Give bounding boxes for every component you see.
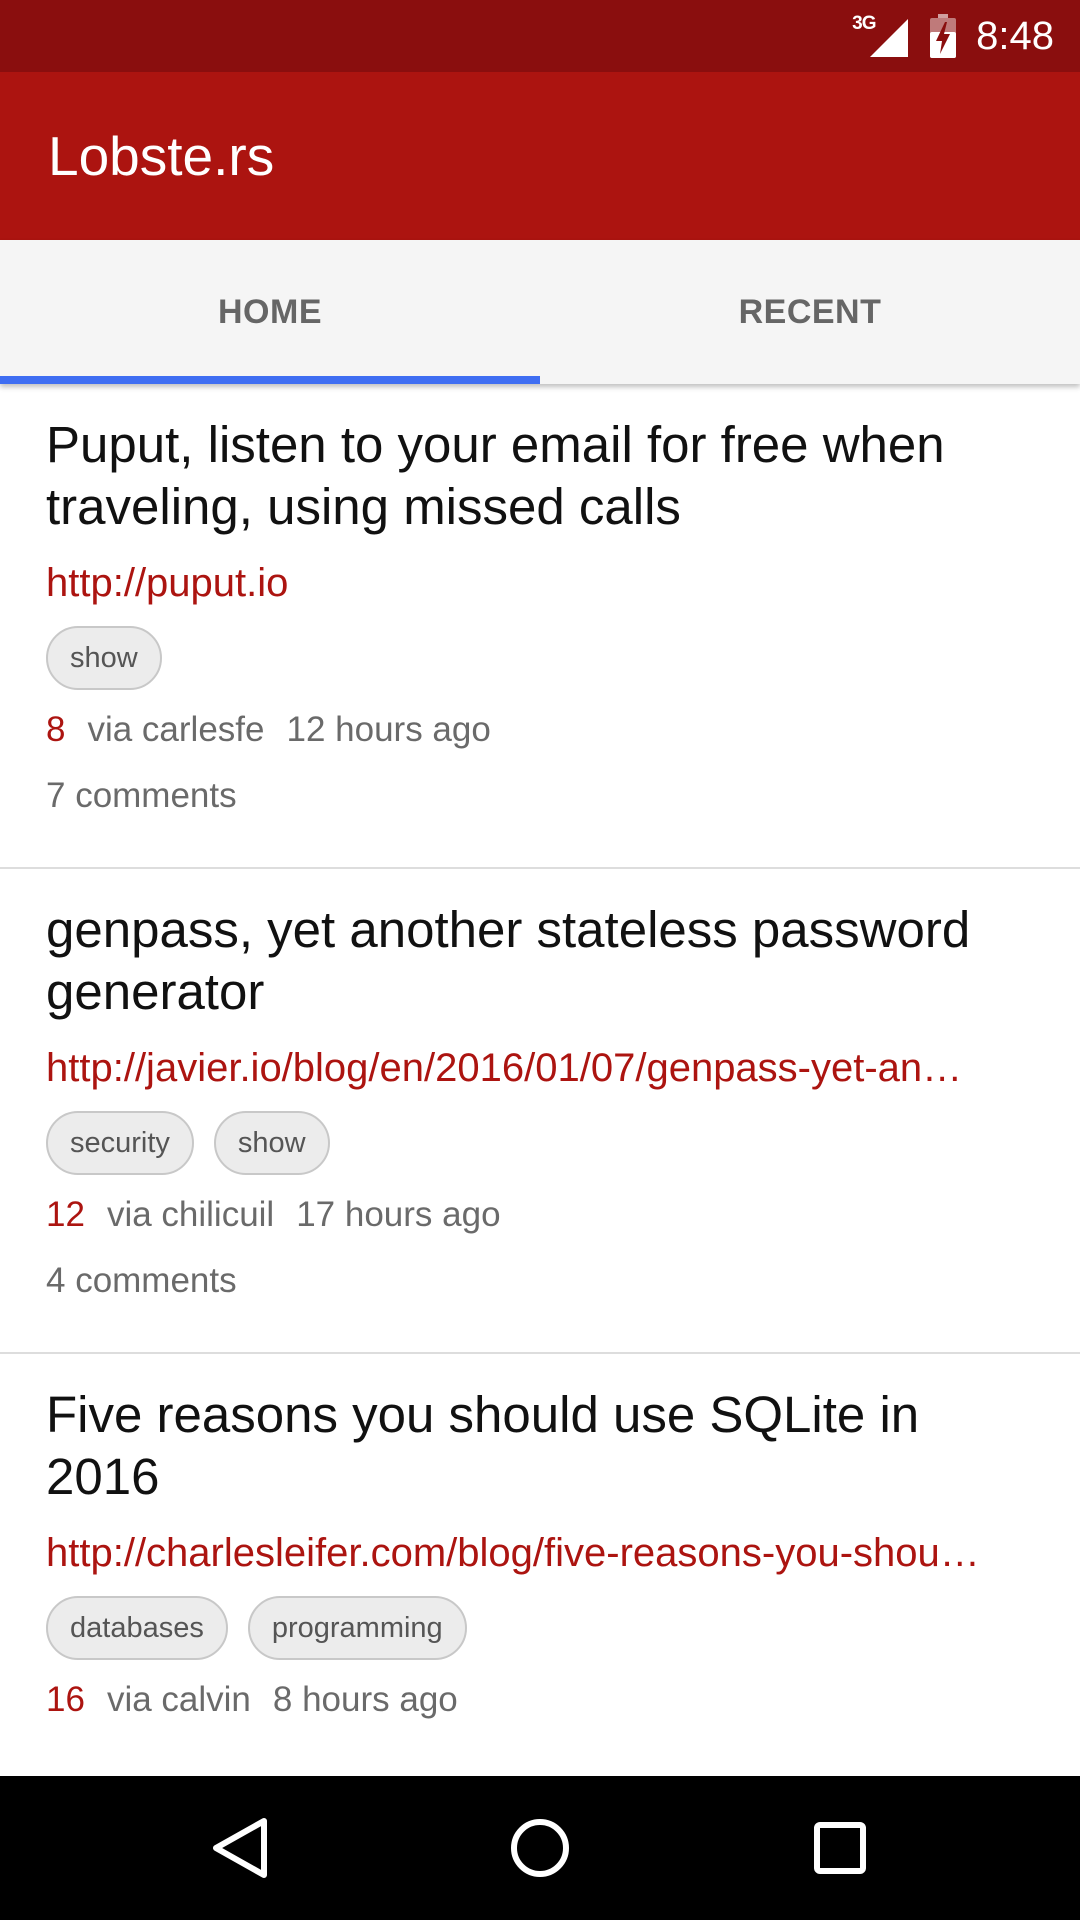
story-comments[interactable]: 7 comments [46,774,1035,818]
battery-charging-icon [930,14,957,58]
story-title[interactable]: Puput, listen to your email for free whe… [46,414,1035,538]
tag-chip[interactable]: show [46,626,162,690]
home-icon [511,1819,569,1877]
story-author: via carlesfe [87,710,265,749]
story-list[interactable]: Puput, listen to your email for free whe… [0,384,1080,1776]
story-time: 12 hours ago [286,710,491,749]
tag-list: databases programming [46,1596,1035,1660]
tag-chip[interactable]: databases [46,1596,228,1660]
back-icon [213,1818,267,1878]
tag-chip[interactable]: security [46,1111,194,1175]
back-button[interactable] [200,1812,280,1884]
tag-chip[interactable]: programming [247,1596,467,1660]
story-score: 12 [46,1195,85,1234]
story-time: 17 hours ago [296,1195,501,1234]
story-meta: 12 via chilicuil 17 hours ago [46,1193,1035,1237]
recents-button[interactable] [800,1812,880,1884]
signal-indicator: 3G [852,13,909,59]
home-button[interactable] [500,1812,580,1884]
tag-list: show [46,626,1035,690]
tag-chip[interactable]: show [213,1111,330,1175]
clock: 8:48 [976,13,1054,58]
story-item[interactable]: Five reasons you should use SQLite in 20… [0,1354,1080,1776]
story-title[interactable]: genpass, yet another stateless password … [46,899,1035,1023]
story-item[interactable]: genpass, yet another stateless password … [0,869,1080,1354]
story-time: 8 hours ago [272,1680,458,1719]
app-title: Lobste.rs [48,125,275,187]
status-bar: 3G 8:48 [0,0,1080,72]
tag-list: security show [46,1111,1035,1175]
tab-bar: HOME RECENT [0,240,1080,384]
story-url[interactable]: http://charlesleifer.com/blog/five-reaso… [46,1528,1035,1578]
story-title[interactable]: Five reasons you should use SQLite in 20… [46,1384,1035,1508]
story-comments[interactable]: 4 comments [46,1259,1035,1303]
tab-recent[interactable]: RECENT [540,240,1080,384]
story-url[interactable]: http://javier.io/blog/en/2016/01/07/genp… [46,1043,1035,1093]
story-meta: 16 via calvin 8 hours ago [46,1678,1035,1722]
story-score: 8 [46,710,66,749]
story-item[interactable]: Puput, listen to your email for free whe… [0,384,1080,869]
story-author: via chilicuil [106,1195,275,1234]
story-author: via calvin [106,1680,251,1719]
signal-icon [870,19,909,57]
story-url[interactable]: http://puput.io [46,558,1035,608]
tab-selected-indicator [0,376,540,384]
recents-icon [814,1822,866,1874]
story-meta: 8 via carlesfe 12 hours ago [46,708,1035,752]
app-bar: Lobste.rs [0,72,1080,240]
story-score: 16 [46,1680,85,1719]
system-nav-bar [0,1776,1080,1920]
status-icons: 3G 8:48 [852,0,1054,72]
tab-home[interactable]: HOME [0,240,540,384]
app-screen: 3G 8:48 Lobste.rs HOME RECENT Puput, lis… [0,0,1080,1920]
